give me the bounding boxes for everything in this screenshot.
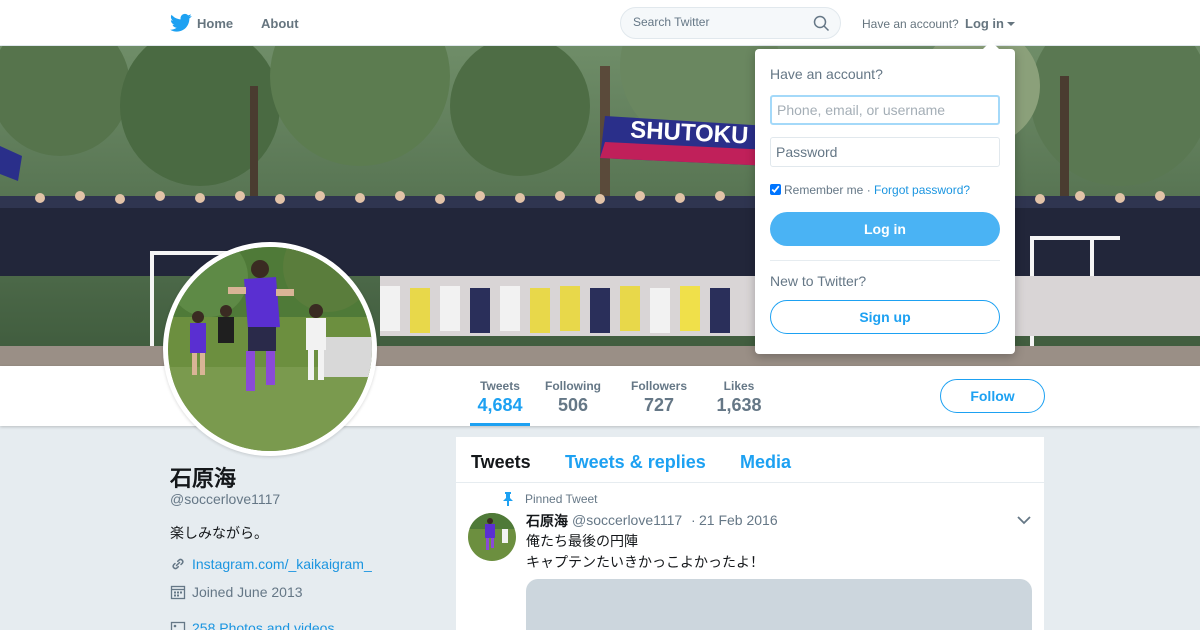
stat-tweets-label: Tweets: [480, 379, 520, 393]
password-field[interactable]: [770, 137, 1000, 167]
search-icon[interactable]: [813, 15, 830, 32]
nav-about-link[interactable]: About: [261, 16, 299, 31]
twitter-bird-icon[interactable]: [170, 13, 192, 33]
calendar-icon: [170, 585, 186, 600]
stat-likes-value: 1,638: [716, 395, 762, 415]
profile-website-link[interactable]: Instagram.com/_kaikaigram_: [192, 556, 372, 572]
stat-following-label: Following: [545, 379, 601, 393]
timeline-tabs: Tweets Tweets & replies Media: [456, 437, 1044, 483]
remember-me-label[interactable]: Remember me: [784, 183, 863, 197]
stat-followers-value: 727: [643, 395, 675, 415]
have-account-text: Have an account?: [862, 17, 959, 31]
tweet-avatar[interactable]: [468, 513, 516, 561]
tweet-author-handle[interactable]: @soccerlove1117: [572, 512, 682, 528]
stat-likes[interactable]: Likes 1,638: [712, 366, 766, 426]
login-button[interactable]: Log in: [770, 212, 1000, 246]
tab-tweets[interactable]: Tweets: [471, 452, 531, 473]
nav-home-link[interactable]: Home: [197, 16, 233, 31]
dropdown-title: Have an account?: [770, 66, 883, 82]
tab-media[interactable]: Media: [740, 452, 791, 473]
login-toggle-label: Log in: [965, 16, 1004, 31]
new-to-twitter-text: New to Twitter?: [770, 273, 867, 289]
tweet-text-line-2: キャプテンたいきかっこよかったよ！: [526, 554, 764, 570]
remember-separator: ·: [863, 183, 875, 197]
search-input[interactable]: [633, 15, 813, 29]
photo-icon: [170, 621, 186, 630]
dropdown-divider: [770, 260, 1000, 261]
tweet-avatar-image: [468, 513, 516, 561]
stat-followers[interactable]: Followers 727: [627, 366, 691, 426]
stat-likes-label: Likes: [723, 379, 755, 393]
profile-avatar[interactable]: [163, 242, 377, 456]
search-box: [620, 7, 841, 39]
stat-following[interactable]: Following 506: [543, 366, 603, 426]
pinned-tweet-label: Pinned Tweet: [525, 492, 598, 506]
profile-joined-date: Joined June 2013: [192, 584, 303, 600]
forgot-password-link[interactable]: Forgot password?: [874, 183, 970, 197]
stat-following-value: 506: [557, 395, 589, 415]
tweets-timeline: Tweets Tweets & replies Media Pinned Twe…: [456, 437, 1044, 630]
pin-icon: [503, 492, 513, 506]
stat-followers-label: Followers: [630, 379, 687, 393]
avatar-image: [168, 247, 372, 451]
remember-me-checkbox[interactable]: [770, 184, 781, 195]
tweet-text-line-1: 俺たち最後の円陣: [526, 533, 638, 549]
login-dropdown-toggle[interactable]: Log in: [965, 16, 1015, 31]
profile-photos-link[interactable]: 258 Photos and videos: [192, 620, 334, 630]
follow-button[interactable]: Follow: [940, 379, 1045, 413]
link-icon: [172, 558, 184, 570]
tweet-author-name[interactable]: 石原海: [526, 511, 568, 531]
profile-name: 石原海: [170, 466, 237, 491]
username-field[interactable]: [770, 95, 1000, 125]
tweet-date[interactable]: 21 Feb 2016: [699, 512, 778, 528]
stat-tweets[interactable]: Tweets 4,684: [470, 366, 530, 426]
signup-button[interactable]: Sign up: [770, 300, 1000, 334]
profile-handle: @soccerlove1117: [170, 491, 281, 507]
remember-row: Remember me · Forgot password?: [770, 183, 970, 197]
top-navigation: Home About Have an account? Log in: [0, 0, 1200, 46]
caret-down-icon: [1007, 22, 1015, 26]
login-dropdown: Have an account? Remember me · Forgot pa…: [755, 41, 1015, 354]
profile-bio: 楽しみながら。: [170, 525, 268, 541]
stat-tweets-value: 4,684: [477, 395, 523, 415]
chevron-down-icon[interactable]: [1017, 516, 1031, 525]
tab-tweets-and-replies[interactable]: Tweets & replies: [565, 452, 706, 473]
tweet-meta-separator: ·: [691, 512, 696, 528]
tweet-media[interactable]: [526, 579, 1032, 630]
